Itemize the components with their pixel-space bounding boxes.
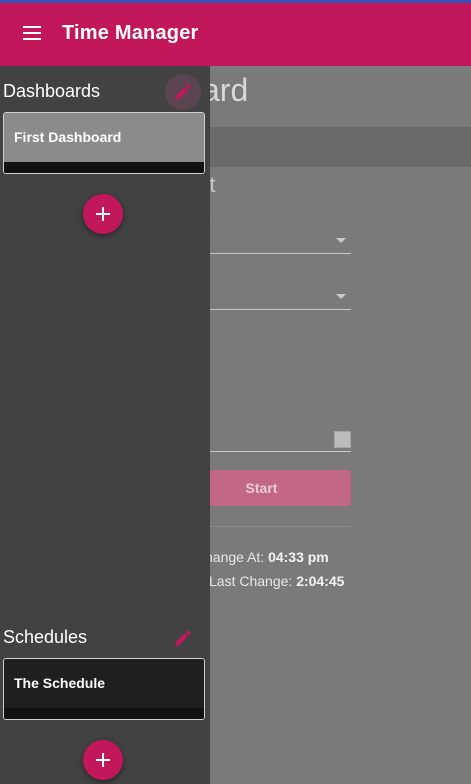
app-title: Time Manager <box>62 22 199 44</box>
edit-schedules-pencil-icon[interactable] <box>165 620 201 656</box>
dashboards-heading: Dashboards <box>3 81 101 101</box>
add-schedule-plus-icon[interactable] <box>83 740 123 780</box>
schedule-card[interactable]: The Schedule <box>3 658 205 720</box>
side-drawer: Dashboards First Dashboard Schedules The… <box>0 66 210 784</box>
schedules-heading: Schedules <box>3 627 88 647</box>
since-last-change-value: 2:04:45 <box>296 573 345 589</box>
dropdown-arrow-icon[interactable] <box>336 294 346 299</box>
edit-dashboards-pencil-icon[interactable] <box>165 74 201 110</box>
schedule-card-label: The Schedule <box>14 675 106 691</box>
last-change-at-value: 04:33 pm <box>268 549 329 565</box>
dropdown-arrow-icon[interactable] <box>336 238 346 243</box>
checkbox[interactable] <box>334 431 351 448</box>
dashboard-card[interactable]: First Dashboard <box>3 112 205 174</box>
menu-icon[interactable] <box>22 26 44 42</box>
dashboard-card-label: First Dashboard <box>14 129 122 145</box>
app-bar: Time Manager <box>0 3 471 66</box>
add-dashboard-plus-icon[interactable] <box>83 194 123 234</box>
